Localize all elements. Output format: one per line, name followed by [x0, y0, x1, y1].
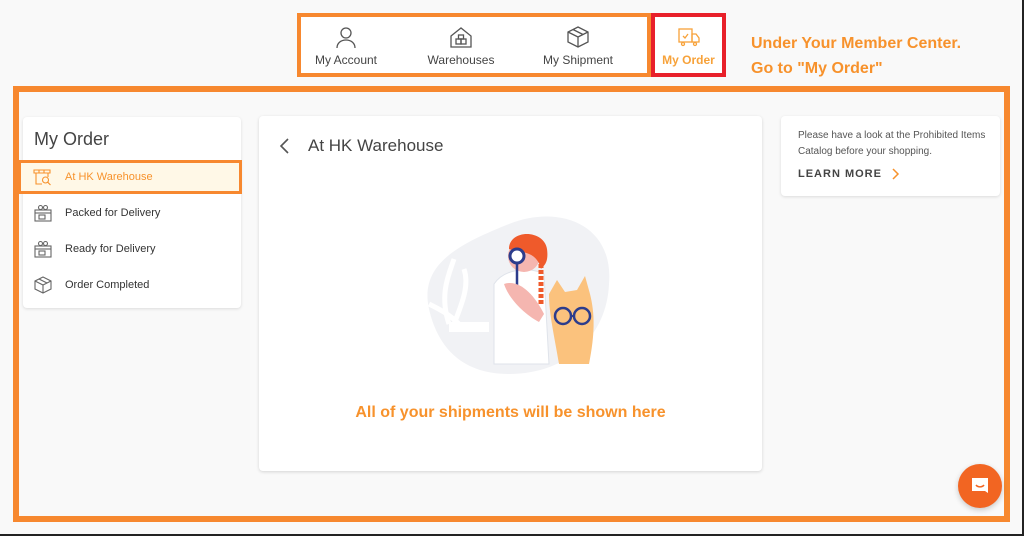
box-icon — [34, 276, 52, 294]
chat-support-button[interactable] — [958, 464, 1002, 508]
gift-package-icon — [34, 204, 52, 222]
nav-label: My Order — [662, 53, 715, 67]
user-icon — [336, 27, 356, 49]
sidebar-item-label: At HK Warehouse — [65, 171, 153, 183]
nav-warehouses[interactable]: Warehouses — [419, 17, 503, 73]
learn-more-label: LEARN MORE — [798, 168, 882, 180]
panel-title: At HK Warehouse — [308, 136, 444, 155]
empty-state-illustration — [427, 216, 610, 374]
learn-more-link[interactable]: LEARN MORE — [798, 168, 900, 180]
warehouse-icon — [450, 27, 472, 48]
nav-label: My Account — [314, 53, 378, 67]
delivery-truck-icon — [677, 28, 700, 47]
instruction-annotation: Under Your Member Center. Go to "My Orde… — [751, 31, 961, 81]
orders-panel: At HK Warehouse All of your shipments wi… — [259, 116, 762, 471]
nav-label: Warehouses — [427, 53, 495, 67]
nav-my-account[interactable]: My Account — [305, 17, 387, 73]
warehouse-search-icon — [33, 169, 51, 186]
back-chevron-icon[interactable] — [277, 136, 293, 156]
info-text: Please have a look at the Prohibited Ite… — [798, 130, 986, 157]
sidebar-item-ready-for-delivery[interactable]: Ready for Delivery — [23, 231, 241, 267]
sidebar-title: My Order — [34, 129, 110, 149]
member-center-nav: My Account Warehouses My Shipment — [297, 13, 651, 77]
empty-state-message: All of your shipments will be shown here — [355, 404, 666, 421]
order-sidebar: My Order At HK Warehouse Packed for Deli… — [18, 117, 242, 308]
sidebar-item-label: Order Completed — [65, 279, 150, 291]
nav-label: My Shipment — [542, 53, 614, 67]
box-icon — [567, 26, 589, 48]
gift-package-icon — [34, 240, 52, 258]
nav-my-shipment[interactable]: My Shipment — [535, 17, 621, 73]
sidebar-item-label: Packed for Delivery — [65, 207, 161, 219]
nav-my-order[interactable]: My Order — [651, 13, 726, 77]
annotation-line: Go to "My Order" — [751, 60, 883, 77]
prohibited-items-card: Please have a look at the Prohibited Ite… — [781, 116, 1000, 196]
annotation-line: Under Your Member Center. — [751, 35, 962, 52]
sidebar-item-label: Ready for Delivery — [65, 243, 156, 255]
sidebar-item-packed-for-delivery[interactable]: Packed for Delivery — [23, 195, 241, 231]
chevron-right-icon — [892, 168, 900, 180]
sidebar-item-order-completed[interactable]: Order Completed — [23, 267, 241, 303]
sidebar-item-at-hk-warehouse[interactable]: At HK Warehouse — [18, 160, 242, 194]
chat-icon — [972, 478, 988, 493]
